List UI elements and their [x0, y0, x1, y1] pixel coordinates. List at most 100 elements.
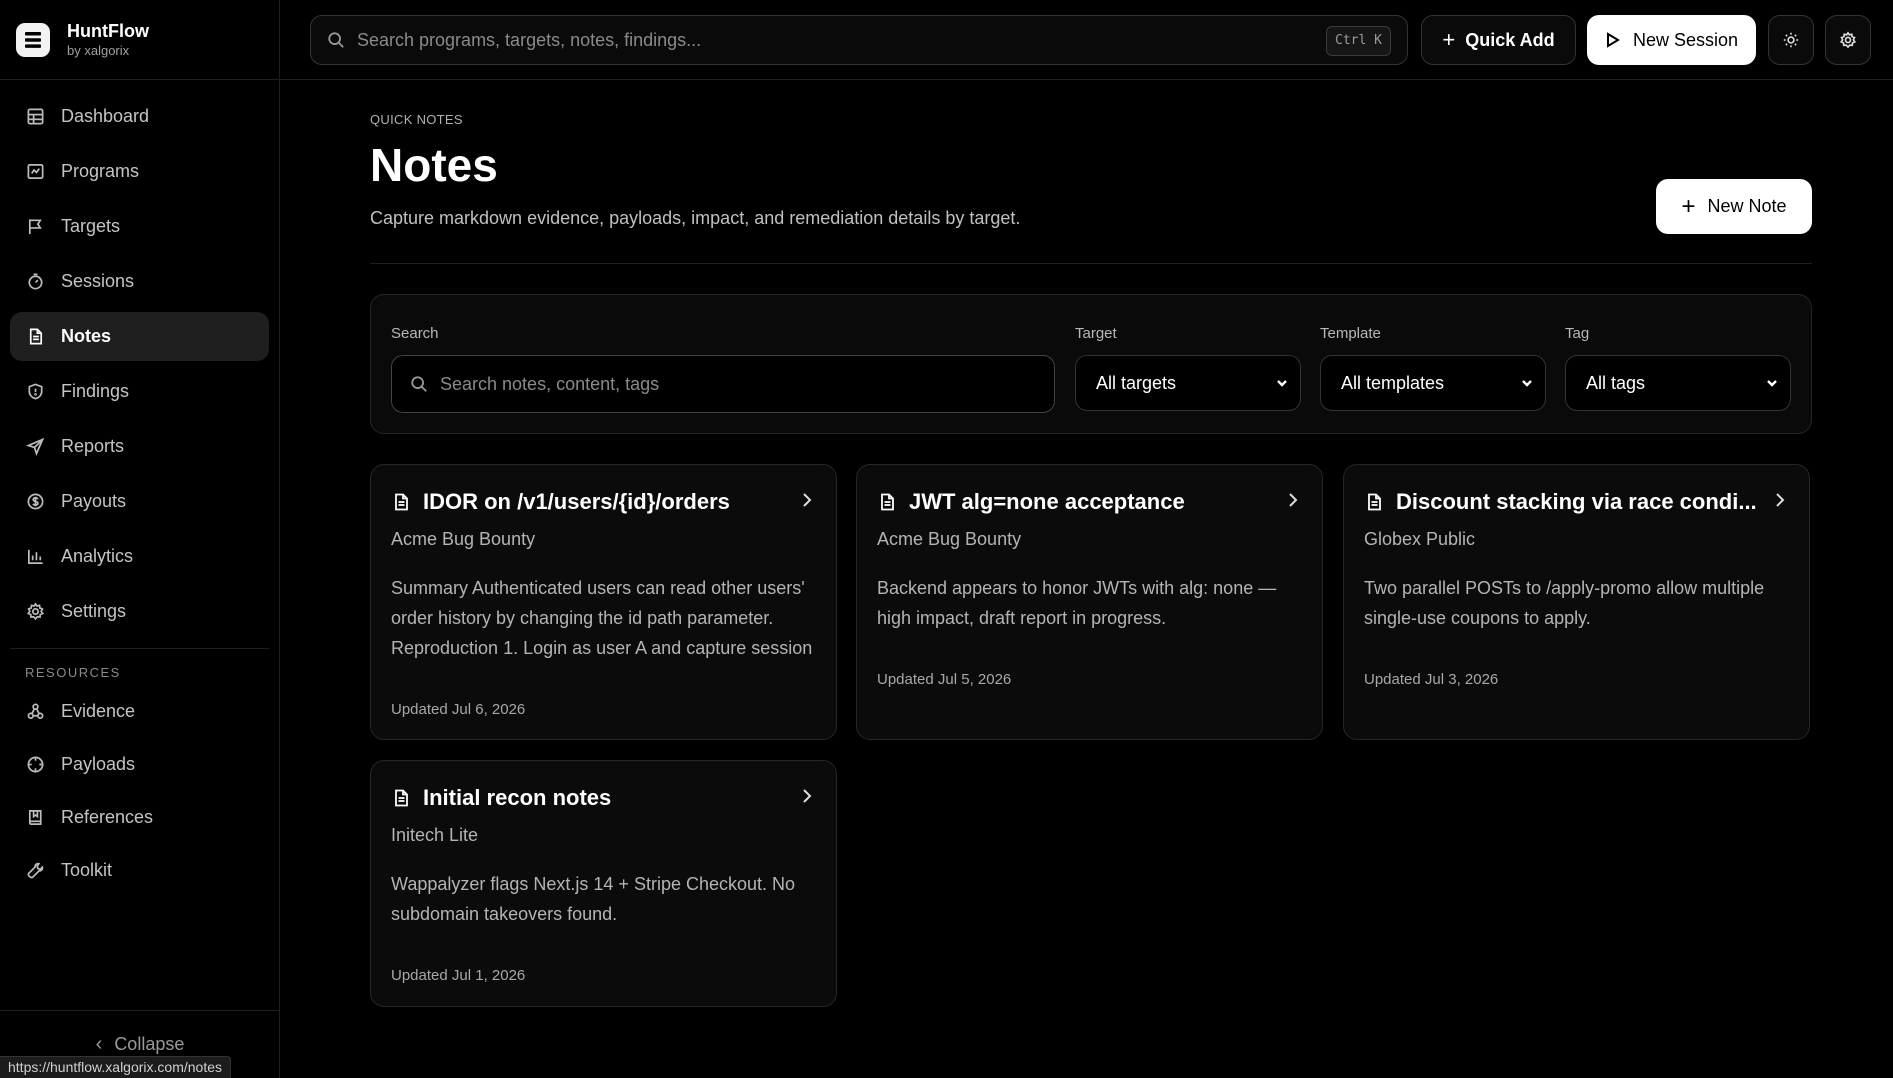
- note-preview: Wappalyzer flags Next.js 14 + Stripe Che…: [391, 874, 796, 924]
- new-note-label: New Note: [1707, 196, 1787, 216]
- sidebar-item-references[interactable]: References: [10, 794, 269, 841]
- sidebar-item-label: Findings: [61, 381, 130, 401]
- sidebar-item-reports[interactable]: Reports: [10, 422, 269, 471]
- brand[interactable]: HuntFlow by xalgorix: [0, 0, 279, 80]
- sidebar-item-label: Settings: [61, 601, 127, 621]
- note-updated: Updated Jul 3, 2026: [1364, 671, 1499, 688]
- chevron-right-icon: [1284, 491, 1302, 514]
- sidebar-nav: Dashboard Programs Targets Sessions Note…: [0, 80, 279, 894]
- theme-toggle-button[interactable]: [1768, 15, 1814, 65]
- sidebar-item-payloads[interactable]: Payloads: [10, 741, 269, 788]
- note-preview: Backend appears to honor JWTs with alg: …: [877, 578, 1277, 628]
- status-bar-url: https://huntflow.xalgorix.com/notes: [0, 1056, 231, 1078]
- template-select[interactable]: All templates: [1320, 355, 1546, 411]
- sidebar-item-label: Toolkit: [61, 860, 113, 880]
- note-title: Initial recon notes: [423, 785, 612, 810]
- plus-icon: +: [1681, 192, 1696, 220]
- brand-byline: by xalgorix: [67, 42, 130, 58]
- notes-search-input[interactable]: Search notes, content, tags: [391, 355, 1055, 413]
- sidebar-item-label: Targets: [61, 216, 121, 236]
- note-card[interactable]: Discount stacking via race condi... Glob…: [1343, 464, 1810, 740]
- note-program: Initech Lite: [391, 825, 479, 845]
- note-icon: [25, 327, 45, 347]
- sidebar-item-sessions[interactable]: Sessions: [10, 257, 269, 306]
- bar-chart-icon: [25, 547, 45, 567]
- sidebar-item-label: Notes: [61, 326, 112, 346]
- gear-icon: [25, 602, 45, 622]
- sidebar-item-payouts[interactable]: Payouts: [10, 477, 269, 526]
- note-title: Discount stacking via race condi...: [1396, 489, 1757, 514]
- flag-icon: [25, 217, 45, 237]
- note-program: Acme Bug Bounty: [877, 529, 1022, 549]
- note-preview: Two parallel POSTs to /apply-promo allow…: [1364, 578, 1765, 628]
- wrench-icon: [25, 861, 45, 881]
- template-select-value: All templates: [1341, 372, 1445, 393]
- page-eyebrow: QUICK NOTES: [370, 112, 463, 127]
- target-filter-label: Target: [1075, 325, 1117, 342]
- search-filter-label: Search: [391, 325, 439, 342]
- chevron-right-icon: [798, 491, 816, 514]
- chevron-down-icon: [1274, 375, 1290, 391]
- filters-panel: Search Search notes, content, tags Targe…: [370, 294, 1812, 434]
- tag-select[interactable]: All tags: [1565, 355, 1791, 411]
- chevron-right-icon: [1771, 491, 1789, 514]
- document-icon: [391, 492, 411, 512]
- sidebar-item-label: Payloads: [61, 754, 136, 774]
- chevron-down-icon: [1764, 375, 1780, 391]
- note-card[interactable]: Initial recon notes Initech Lite Wappaly…: [370, 760, 837, 1007]
- gear-icon: [1839, 31, 1857, 49]
- play-icon: [1606, 32, 1620, 48]
- logo-icon: [16, 22, 50, 57]
- sidebar-item-label: Payouts: [61, 491, 127, 511]
- note-updated: Updated Jul 1, 2026: [391, 967, 526, 984]
- document-icon: [391, 788, 411, 808]
- sidebar-item-toolkit[interactable]: Toolkit: [10, 847, 269, 894]
- document-icon: [877, 492, 897, 512]
- sidebar-divider: [10, 648, 269, 649]
- search-icon: [411, 376, 427, 392]
- note-title: IDOR on /v1/users/{id}/orders: [423, 489, 730, 514]
- global-search-input[interactable]: Search programs, targets, notes, finding…: [310, 15, 1408, 65]
- quick-add-button[interactable]: + Quick Add: [1421, 15, 1576, 65]
- sidebar-item-analytics[interactable]: Analytics: [10, 532, 269, 581]
- document-icon: [1364, 492, 1384, 512]
- sidebar-item-settings[interactable]: Settings: [10, 587, 269, 636]
- chevron-down-icon: [1519, 375, 1535, 391]
- page-title: Notes: [370, 139, 498, 191]
- note-card[interactable]: JWT alg=none acceptance Acme Bug Bounty …: [856, 464, 1323, 740]
- sidebar-item-evidence[interactable]: Evidence: [10, 688, 269, 735]
- settings-button[interactable]: [1825, 15, 1871, 65]
- crosshair-icon: [25, 755, 45, 775]
- brand-name: HuntFlow: [67, 20, 149, 41]
- topbar: Search programs, targets, notes, finding…: [280, 0, 1893, 80]
- new-session-button[interactable]: New Session: [1587, 15, 1756, 65]
- book-icon: [25, 808, 45, 828]
- collapse-label: Collapse: [114, 1034, 185, 1054]
- target-select-value: All targets: [1096, 372, 1177, 393]
- keyboard-shortcut-badge: Ctrl K: [1326, 26, 1391, 56]
- tag-select-value: All tags: [1586, 372, 1646, 393]
- shield-icon: [25, 382, 45, 402]
- sidebar-item-findings[interactable]: Findings: [10, 367, 269, 416]
- sidebar-item-label: Analytics: [61, 546, 134, 566]
- note-program: Acme Bug Bounty: [391, 529, 536, 549]
- sidebar-item-label: Reports: [61, 436, 125, 456]
- target-select[interactable]: All targets: [1075, 355, 1301, 411]
- dollar-icon: [25, 492, 45, 512]
- sidebar-item-dashboard[interactable]: Dashboard: [10, 92, 269, 141]
- dashboard-icon: [25, 107, 45, 127]
- note-updated: Updated Jul 5, 2026: [877, 671, 1012, 688]
- sidebar-item-label: References: [61, 807, 154, 827]
- programs-icon: [25, 162, 45, 182]
- search-icon: [328, 32, 344, 48]
- evidence-icon: [25, 702, 45, 722]
- quick-add-label: Quick Add: [1465, 29, 1555, 50]
- note-card[interactable]: IDOR on /v1/users/{id}/orders Acme Bug B…: [370, 464, 837, 740]
- sidebar-item-programs[interactable]: Programs: [10, 147, 269, 196]
- template-filter-label: Template: [1320, 325, 1381, 342]
- sidebar-item-notes[interactable]: Notes: [10, 312, 269, 361]
- sidebar-item-targets[interactable]: Targets: [10, 202, 269, 251]
- global-search-placeholder: Search programs, targets, notes, finding…: [357, 29, 702, 50]
- new-note-button[interactable]: + New Note: [1656, 179, 1812, 234]
- sidebar-item-label: Evidence: [61, 701, 136, 721]
